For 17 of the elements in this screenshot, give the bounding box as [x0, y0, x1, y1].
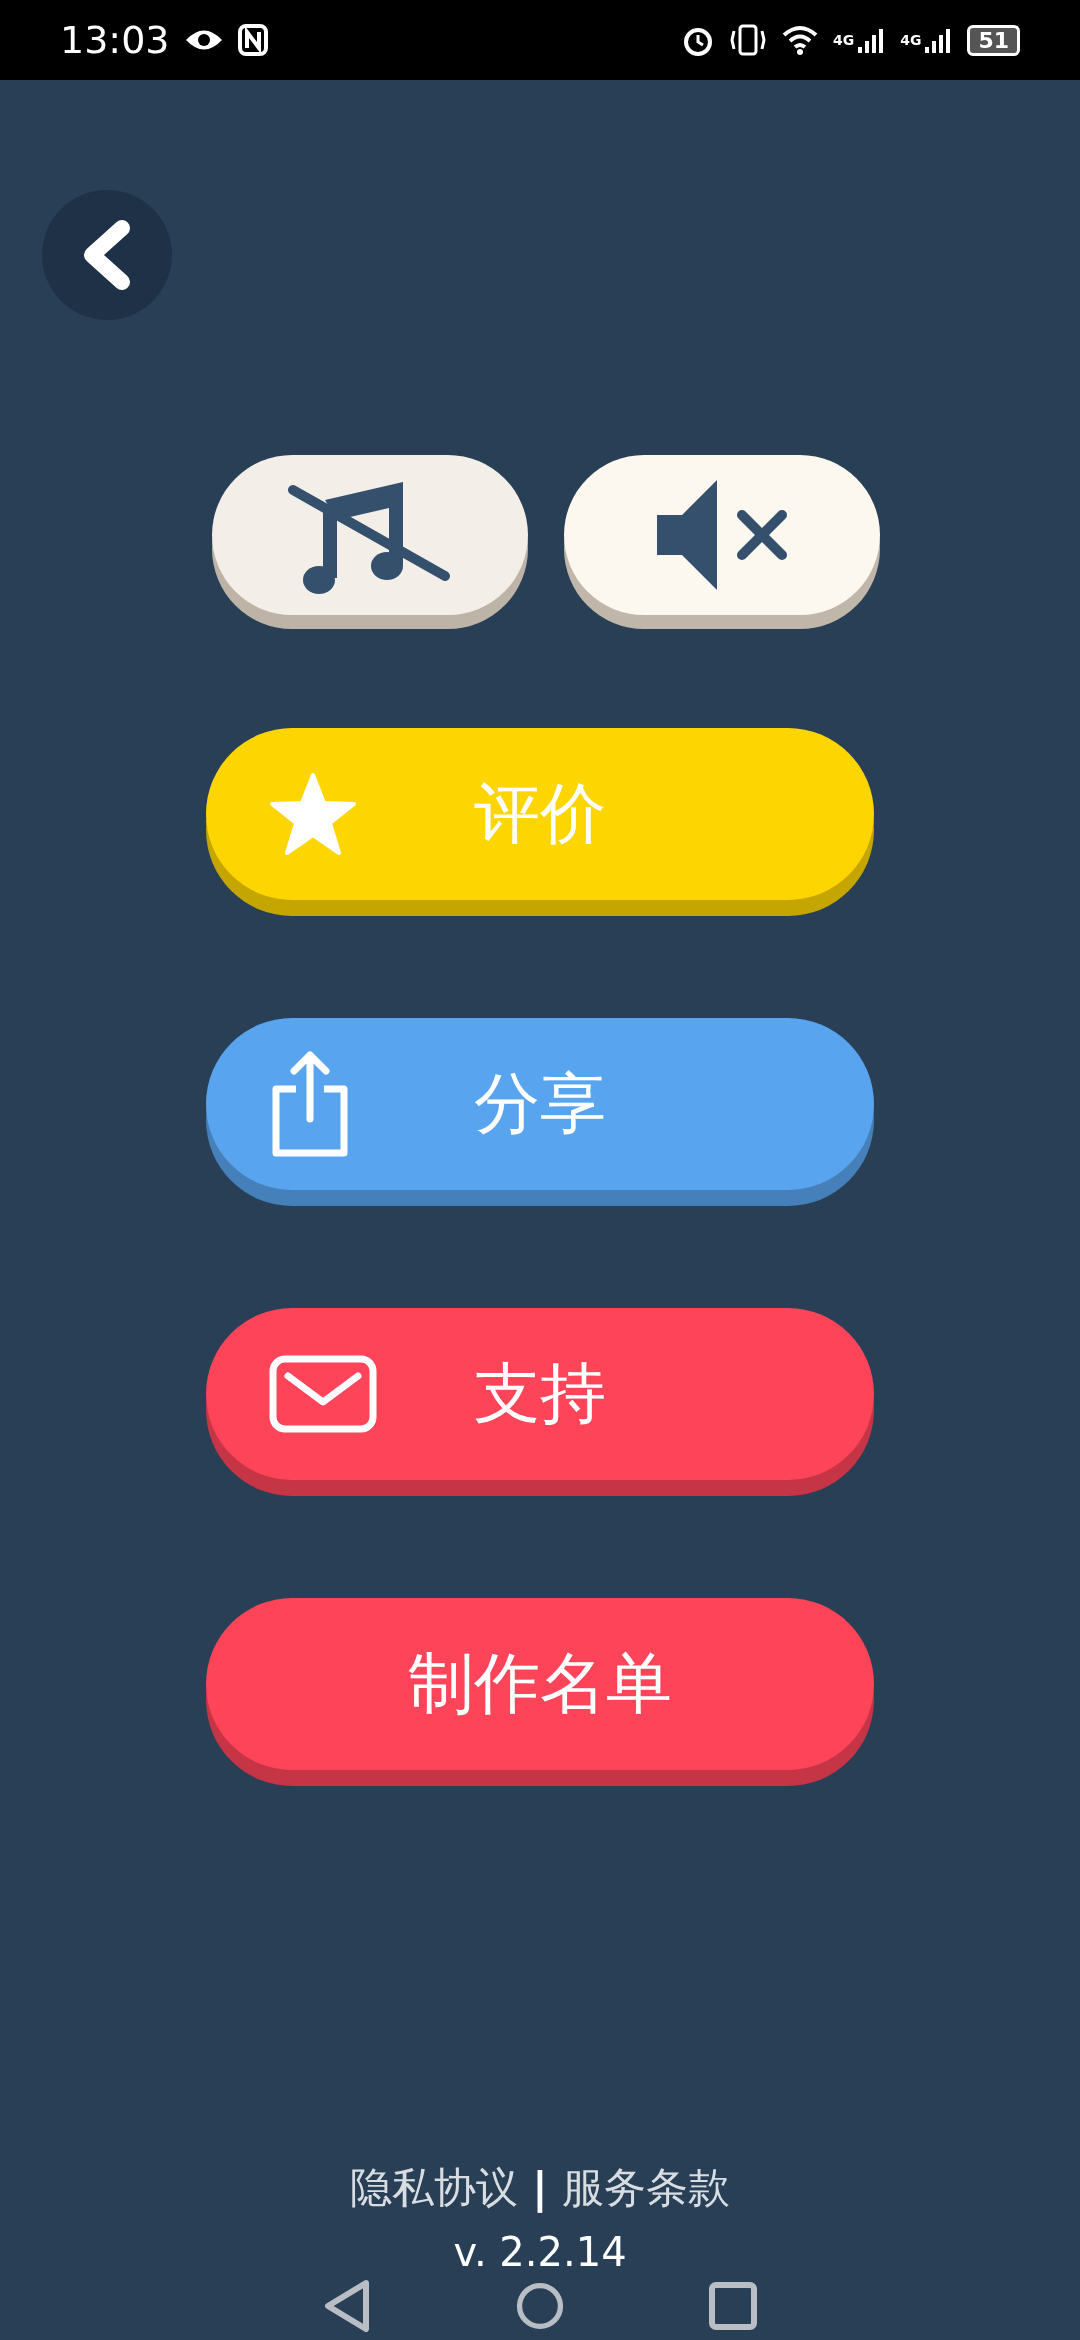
mail-icon: [268, 1354, 378, 1434]
terms-link[interactable]: 服务条款: [561, 2160, 730, 2216]
network-label: 4G: [832, 32, 855, 48]
vibrate-icon: [728, 23, 767, 57]
version-text: v. 2.2.14: [453, 2230, 627, 2274]
privacy-link[interactable]: 隐私协议: [350, 2160, 519, 2216]
network-label: 4G: [900, 32, 922, 48]
separator: |: [532, 2163, 548, 2213]
status-time: 13:03: [60, 18, 170, 62]
recents-nav-icon[interactable]: [708, 2281, 758, 2331]
wifi-icon: [780, 24, 819, 56]
nfc-icon: [237, 24, 268, 56]
chevron-left-icon: [82, 220, 132, 290]
battery-level: 51: [967, 24, 1020, 56]
star-icon: [268, 771, 358, 857]
home-nav-icon[interactable]: [516, 2282, 564, 2330]
back-nav-icon[interactable]: [322, 2279, 372, 2333]
